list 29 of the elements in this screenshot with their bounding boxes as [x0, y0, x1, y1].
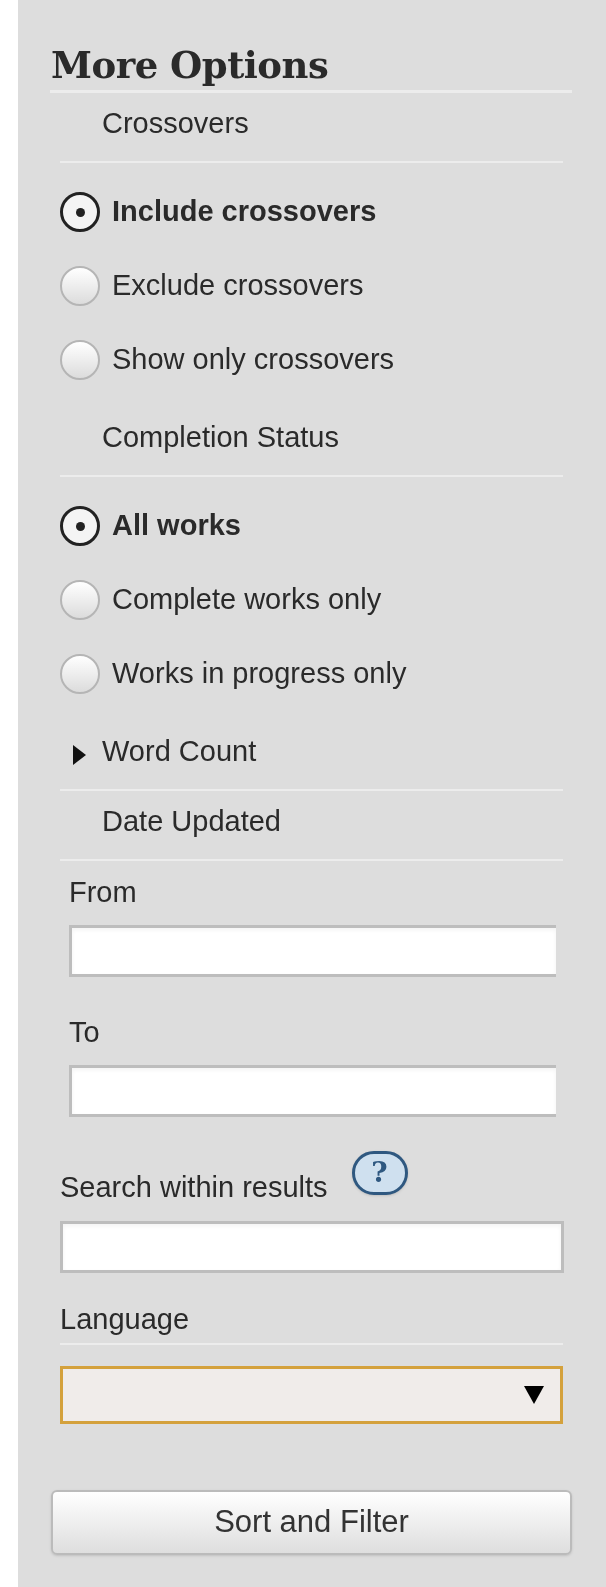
field-label: From [69, 875, 137, 910]
option-label[interactable]: Show only crossovers [112, 338, 395, 382]
sort-and-filter-button[interactable]: Sort and Filter [51, 1490, 572, 1555]
option-label[interactable]: All works [112, 504, 241, 548]
date-input[interactable] [69, 1065, 556, 1117]
search-input[interactable] [60, 1221, 564, 1273]
section-title: Completion Status [102, 420, 339, 456]
radio-button[interactable] [60, 266, 100, 306]
triangle-icon[interactable] [70, 743, 88, 767]
option-label[interactable]: Include crossovers [112, 190, 377, 234]
radio-button[interactable] [60, 340, 100, 380]
help-button[interactable]: ? [351, 1151, 408, 1195]
option-label[interactable]: Exclude crossovers [112, 264, 364, 308]
option-label[interactable]: Works in progress only [112, 652, 407, 696]
caret-icon [524, 1385, 544, 1405]
field-label: Search within results [60, 1170, 328, 1205]
section-heading: More Options [51, 42, 329, 89]
section-title: Date Updated [102, 804, 281, 840]
field-label: Language [60, 1302, 190, 1337]
date-input[interactable] [69, 925, 556, 977]
radio-button[interactable] [60, 192, 100, 232]
option-label[interactable]: Complete works only [112, 578, 382, 622]
field-label: To [69, 1015, 100, 1050]
section-toggle[interactable]: Word Count [102, 730, 257, 774]
radio-button[interactable] [60, 654, 100, 694]
language-select[interactable] [60, 1366, 563, 1424]
radio-button[interactable] [60, 506, 100, 546]
radio-button[interactable] [60, 580, 100, 620]
section-title: Crossovers [102, 106, 249, 142]
